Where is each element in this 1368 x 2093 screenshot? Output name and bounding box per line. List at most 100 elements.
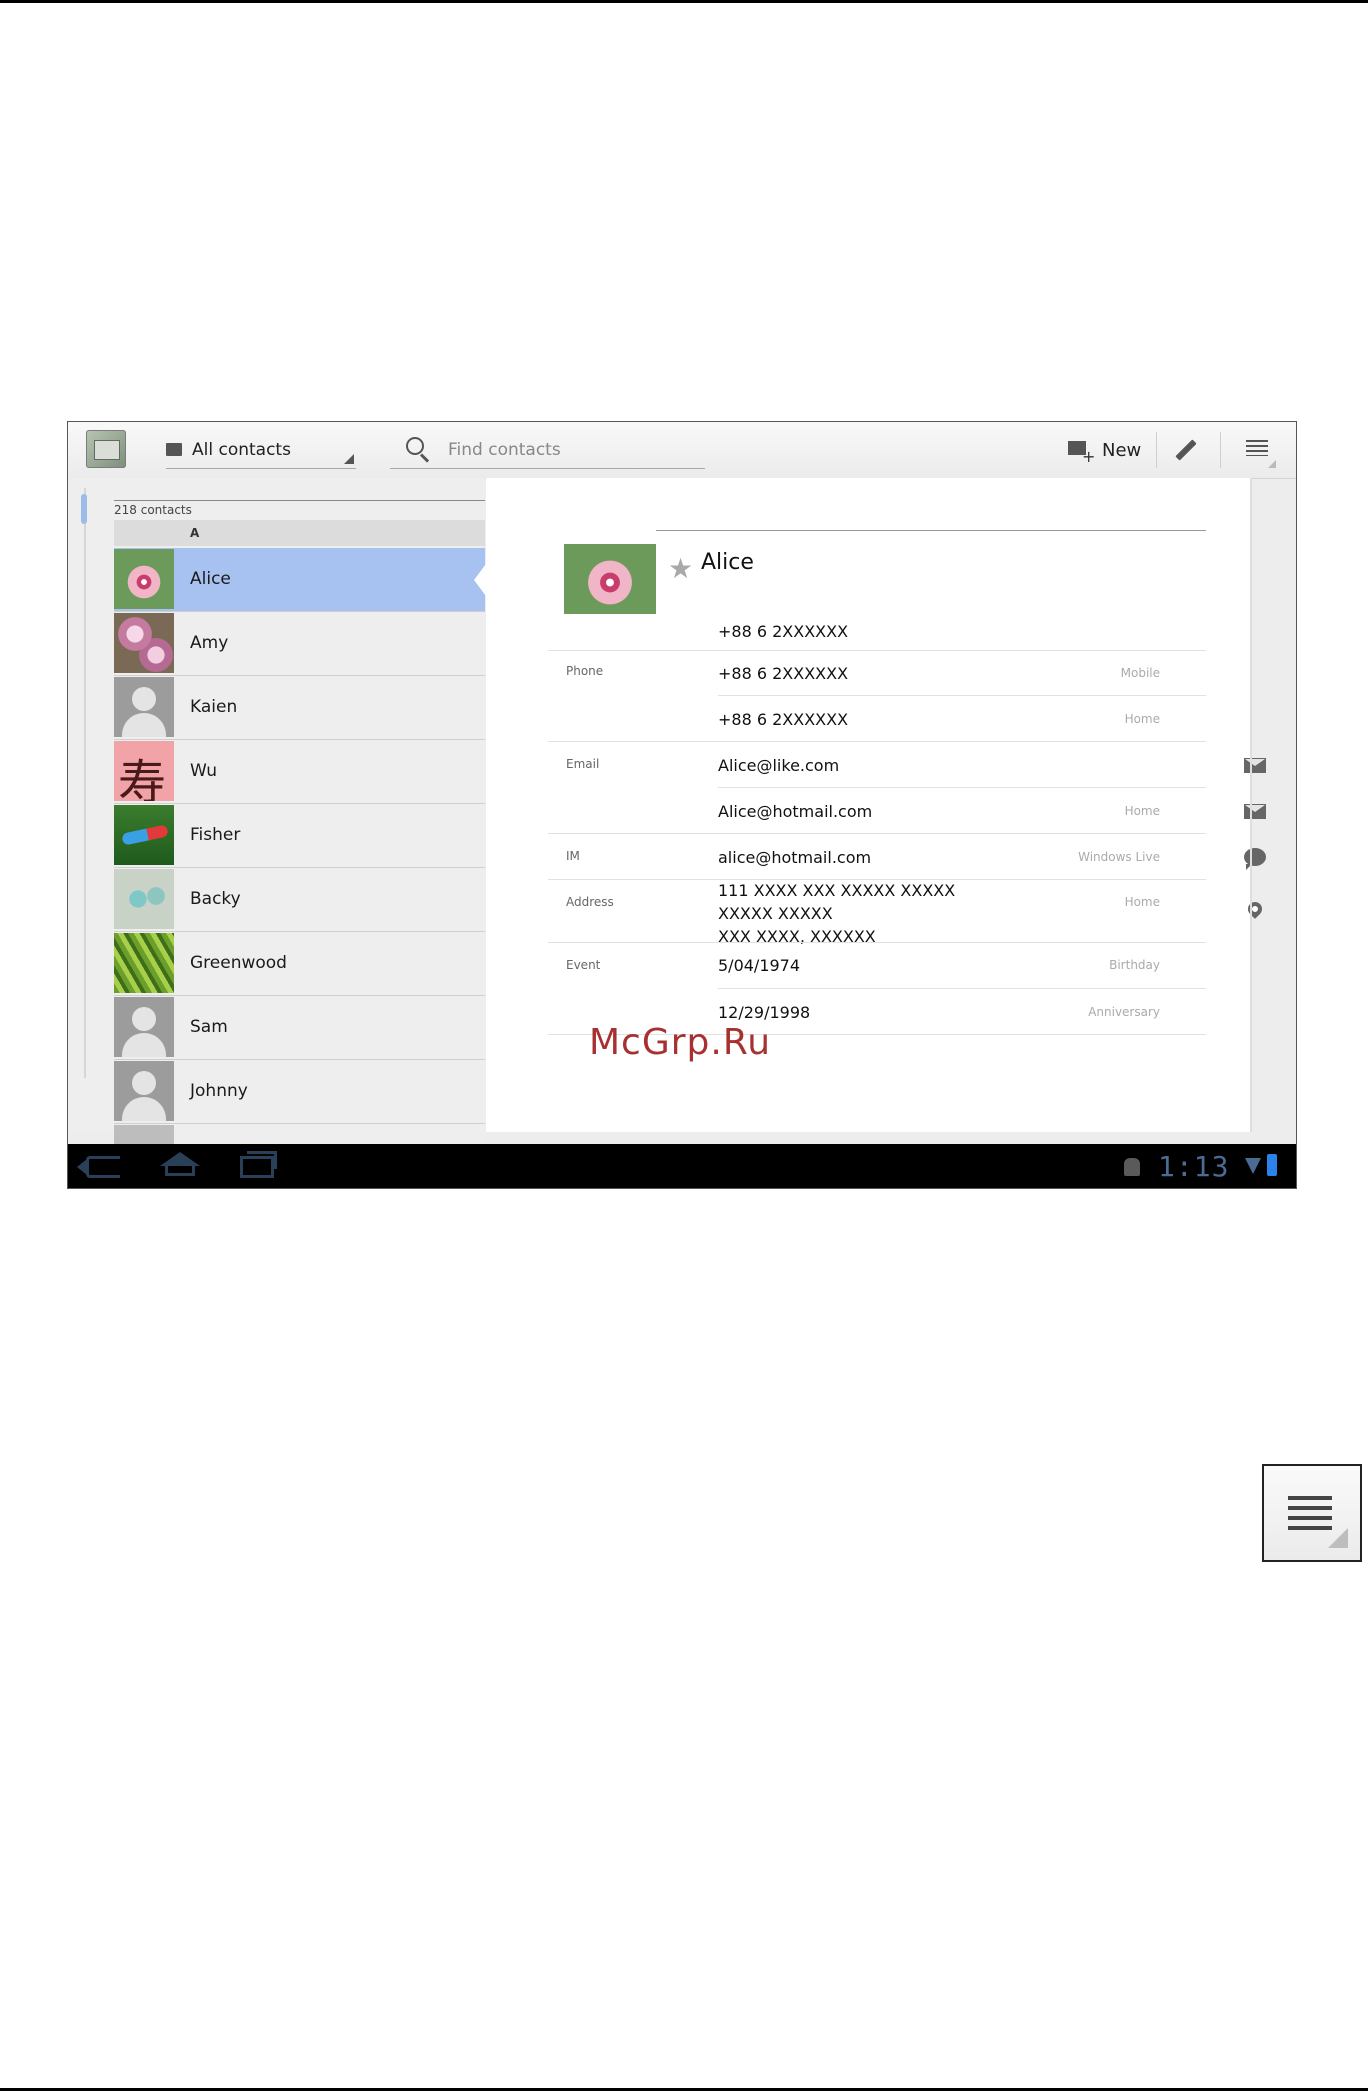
email-label: Email [566, 757, 600, 771]
divider [718, 988, 1206, 989]
email-value[interactable]: Alice@like.com [718, 756, 839, 775]
pencil-icon [1175, 439, 1197, 461]
edit-contact-button[interactable] [1168, 432, 1204, 468]
im-label: IM [566, 849, 580, 863]
contact-row-kaien[interactable]: Kaien [114, 676, 485, 740]
page-top-rule [0, 0, 1368, 3]
contact-row-sam[interactable]: Sam [114, 996, 485, 1060]
fast-scroll-thumb[interactable] [81, 494, 87, 524]
contact-row-alice[interactable]: Alice [114, 548, 486, 612]
event-type: Birthday [1109, 958, 1160, 972]
detail-pane-edge [1250, 478, 1252, 1132]
contact-photo [114, 741, 174, 801]
event-type: Anniversary [1088, 1005, 1160, 1019]
mail-icon[interactable] [1244, 758, 1266, 773]
recent-apps-icon[interactable] [240, 1151, 277, 1178]
divider [718, 695, 1206, 696]
phone-value[interactable]: +88 6 2XXXXXX [718, 710, 848, 729]
contact-photo [114, 1125, 174, 1145]
contact-photo [114, 869, 174, 929]
new-contact-label: New [1102, 439, 1142, 461]
contact-name: Backy [190, 889, 241, 909]
system-bar: 1:13 [68, 1144, 1296, 1188]
email-type: Home [1124, 804, 1160, 818]
default-avatar-icon [114, 997, 174, 1057]
contact-photo [114, 805, 174, 865]
divider [548, 879, 1206, 880]
divider [548, 942, 1206, 943]
contact-name: Greenwood [190, 953, 287, 973]
mail-icon[interactable] [1244, 804, 1266, 819]
contact-row-fisher[interactable]: Fisher [114, 804, 485, 868]
contact-count: 218 contacts [114, 500, 485, 519]
map-pin-icon[interactable] [1245, 899, 1265, 919]
address-type: Home [1124, 895, 1160, 909]
contact-list-pane: 218 contacts A Alice Amy Kaien Wu [68, 478, 486, 1145]
menu-icon [1288, 1496, 1332, 1530]
phone-label: Phone [566, 664, 604, 678]
back-icon[interactable] [77, 1156, 120, 1178]
event-value[interactable]: 12/29/1998 [718, 1003, 810, 1022]
contact-photo [114, 549, 174, 609]
app-contacts-icon[interactable] [86, 430, 126, 468]
divider [548, 650, 1206, 651]
contact-list: Alice Amy Kaien Wu Fisher Backy [114, 548, 486, 1145]
address-line[interactable]: XXX XXXX, XXXXXX [718, 927, 876, 946]
search-icon [404, 435, 434, 465]
address-label: Address [566, 895, 614, 909]
contact-photo [114, 933, 174, 993]
contact-row-johnny[interactable]: Johnny [114, 1060, 485, 1124]
section-header-letter: A [114, 520, 485, 546]
phone-type: Home [1124, 712, 1160, 726]
im-value[interactable]: alice@hotmail.com [718, 848, 871, 867]
home-icon[interactable] [160, 1152, 200, 1180]
contact-row-backy[interactable]: Backy [114, 868, 485, 932]
contact-row-amy[interactable]: Amy [114, 612, 485, 676]
header-divider [656, 530, 1206, 531]
contact-row-wu[interactable]: Wu [114, 740, 485, 804]
fast-scroll-track[interactable] [84, 488, 86, 1078]
menu-icon [1246, 440, 1268, 456]
contact-name: Kaien [190, 697, 238, 717]
primary-phone-value[interactable]: +88 6 2XXXXXX [718, 622, 848, 641]
default-avatar-icon [114, 1061, 174, 1121]
toolbar-divider [1156, 432, 1157, 468]
event-value[interactable]: 5/04/1974 [718, 956, 800, 975]
new-contact-button[interactable]: New [1066, 432, 1141, 468]
menu-corner-icon [1268, 460, 1276, 468]
contact-name: Alice [190, 569, 231, 589]
star-icon[interactable]: ★ [668, 552, 693, 585]
search-field[interactable]: Find contacts [390, 432, 705, 469]
filter-label: All contacts [192, 440, 291, 460]
phone-value[interactable]: +88 6 2XXXXXX [718, 664, 848, 683]
selection-pointer [474, 564, 486, 596]
phone-type: Mobile [1120, 666, 1160, 680]
address-line[interactable]: 111 XXXX XXX XXXXX XXXXX [718, 881, 955, 900]
battery-icon [1267, 1154, 1277, 1176]
contact-name: Amy [190, 633, 229, 653]
wifi-signal-icon [1245, 1158, 1261, 1174]
contact-name: Johnny [190, 1081, 248, 1101]
default-avatar-icon [114, 677, 174, 737]
action-bar: All contacts Find contacts New [68, 422, 1296, 479]
watermark-text: McGrp.Ru [589, 1022, 772, 1063]
status-clock[interactable]: 1:13 [1158, 1150, 1229, 1183]
overflow-menu-button[interactable] [1238, 432, 1278, 468]
search-input[interactable]: Find contacts [448, 440, 561, 460]
chat-icon[interactable] [1244, 848, 1266, 870]
contact-row-partial[interactable] [114, 1124, 485, 1145]
contact-name: Sam [190, 1017, 228, 1037]
contact-filter-dropdown[interactable]: All contacts [166, 432, 356, 469]
dropdown-corner-icon [344, 454, 354, 464]
divider [548, 741, 1206, 742]
event-label: Event [566, 958, 601, 972]
menu-button-callout [1262, 1464, 1362, 1562]
android-debug-icon [1124, 1158, 1140, 1176]
contact-detail-photo [564, 544, 656, 614]
tablet-screenshot: All contacts Find contacts New 218 conta… [67, 421, 1297, 1189]
contact-row-greenwood[interactable]: Greenwood [114, 932, 485, 996]
im-type: Windows Live [1078, 850, 1160, 864]
divider [548, 833, 1206, 834]
email-value[interactable]: Alice@hotmail.com [718, 802, 872, 821]
address-line[interactable]: XXXXX XXXXX [718, 904, 833, 923]
